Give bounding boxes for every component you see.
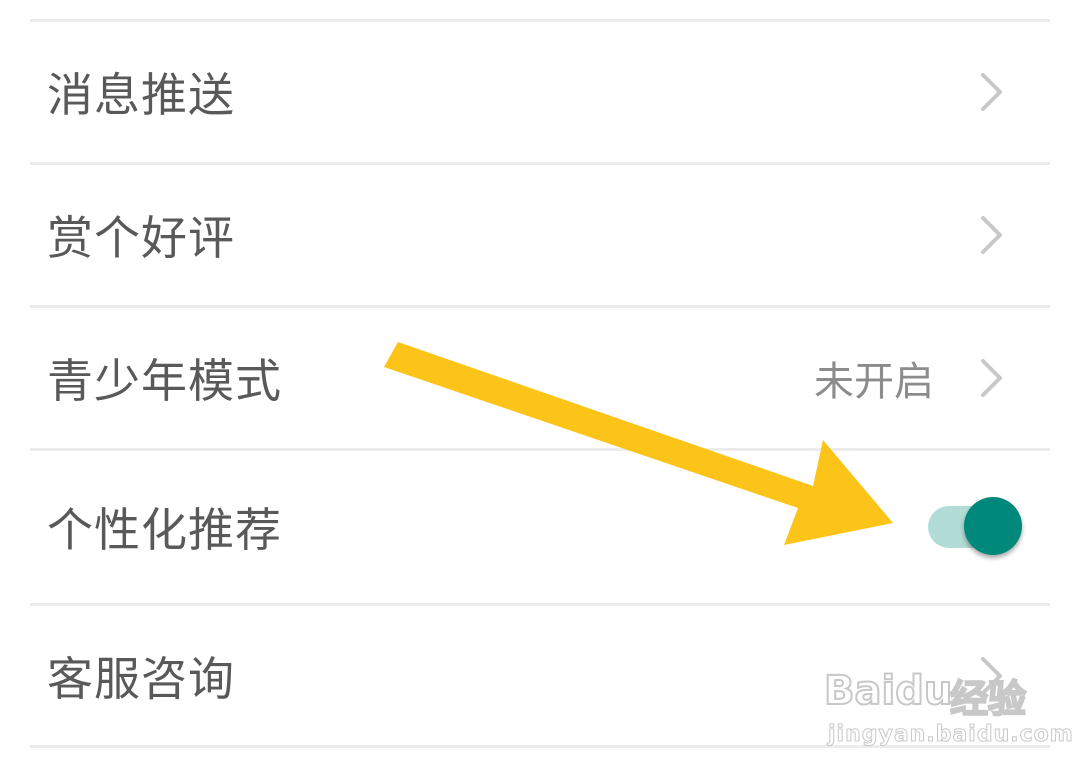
toggle-knob bbox=[964, 497, 1022, 555]
row-label: 客服咨询 bbox=[47, 652, 235, 706]
divider bbox=[30, 745, 1050, 748]
teen-mode-status: 未开启 bbox=[814, 359, 934, 405]
settings-row-teen-mode[interactable]: 青少年模式 未开启 bbox=[0, 308, 1080, 448]
settings-row-rate-app[interactable]: 赏个好评 bbox=[0, 165, 1080, 305]
chevron-right-icon bbox=[981, 359, 1002, 397]
chevron-right-icon bbox=[981, 73, 1002, 111]
row-label: 青少年模式 bbox=[47, 354, 282, 408]
chevron-right-icon bbox=[981, 657, 1002, 695]
settings-row-personalized-recommendation: 个性化推荐 bbox=[0, 451, 1080, 603]
row-label: 赏个好评 bbox=[47, 211, 235, 265]
settings-row-customer-service[interactable]: 客服咨询 bbox=[0, 606, 1080, 746]
row-label: 个性化推荐 bbox=[47, 503, 282, 557]
settings-row-push-notifications[interactable]: 消息推送 bbox=[0, 22, 1080, 162]
row-label: 消息推送 bbox=[47, 68, 235, 122]
chevron-right-icon bbox=[981, 216, 1002, 254]
personalized-recommendation-toggle[interactable] bbox=[928, 495, 1028, 559]
